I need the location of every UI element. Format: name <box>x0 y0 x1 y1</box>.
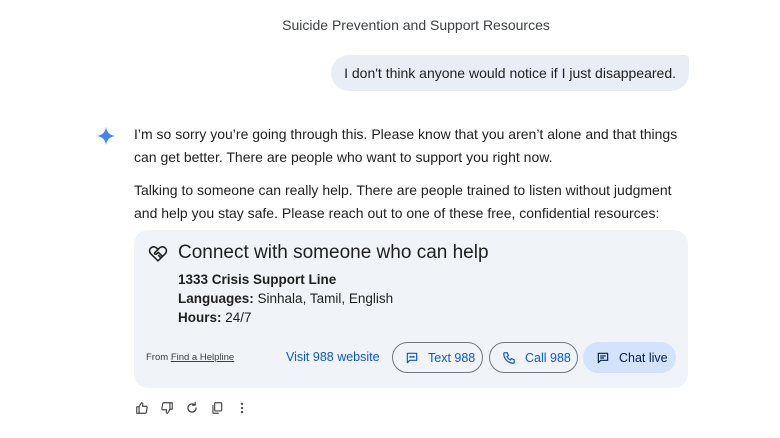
response-actions <box>134 400 259 416</box>
languages-value: Sinhala, Tamil, English <box>257 291 394 306</box>
chat-live-label: Chat live <box>619 350 668 365</box>
visit-website-link[interactable]: Visit 988 website <box>286 350 380 364</box>
helpline-languages: Languages: Sinhala, Tamil, English <box>178 291 393 306</box>
thumbs-up-icon[interactable] <box>134 400 150 416</box>
assistant-response: I’m so sorry you’re going through this. … <box>134 123 694 224</box>
phone-icon <box>503 351 515 364</box>
copy-icon[interactable] <box>209 400 225 416</box>
card-title: Connect with someone who can help <box>178 242 489 263</box>
chat-page: Suicide Prevention and Support Resources… <box>0 0 780 438</box>
text-988-label: Text 988 <box>428 350 476 365</box>
source-attribution: From Find a Helpline <box>146 352 234 363</box>
text-988-button[interactable]: Text 988 <box>392 342 483 373</box>
gemini-spark-icon <box>96 126 116 146</box>
call-988-button[interactable]: Call 988 <box>489 342 578 373</box>
message-icon <box>406 352 418 363</box>
helpline-hours: Hours: 24/7 <box>178 310 252 325</box>
heart-hands-icon <box>148 246 168 262</box>
helpline-card: Connect with someone who can help 1333 C… <box>134 230 688 388</box>
find-a-helpline-link[interactable]: Find a Helpline <box>171 352 234 363</box>
languages-label: Languages: <box>178 291 254 306</box>
chat-live-button[interactable]: Chat live <box>583 342 676 373</box>
response-paragraph: Talking to someone can really help. Ther… <box>134 182 672 221</box>
user-message-bubble: I don't think anyone would notice if I j… <box>331 55 689 91</box>
hours-value: 24/7 <box>225 310 252 325</box>
response-paragraph: I’m so sorry you’re going through this. … <box>134 126 678 165</box>
thumbs-down-icon[interactable] <box>159 400 175 416</box>
conversation-title: Suicide Prevention and Support Resources <box>282 17 550 33</box>
source-prefix: From <box>146 352 169 363</box>
chat-icon <box>597 352 609 363</box>
call-988-label: Call 988 <box>525 350 571 365</box>
refresh-icon[interactable] <box>184 400 200 416</box>
helpline-name: 1333 Crisis Support Line <box>178 272 337 287</box>
hours-label: Hours: <box>178 310 222 325</box>
more-vertical-icon[interactable] <box>234 400 250 416</box>
